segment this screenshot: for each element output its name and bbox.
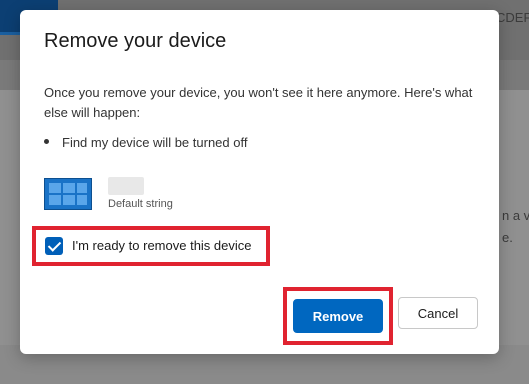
background-body-text-2: e. xyxy=(502,230,513,245)
background-header-text: CDEF xyxy=(496,10,529,25)
background-body-text-1: n a vi xyxy=(502,208,529,223)
confirm-checkbox-label[interactable]: I'm ready to remove this device xyxy=(72,238,252,253)
device-thumbnail-icon xyxy=(44,178,92,210)
consequence-text: Find my device will be turned off xyxy=(62,135,248,150)
device-name-redacted xyxy=(108,177,144,195)
dialog-description: Once you remove your device, you won't s… xyxy=(44,85,473,120)
cancel-button[interactable]: Cancel xyxy=(398,297,478,329)
remove-button-highlight: Remove xyxy=(283,287,393,345)
remove-device-dialog: Remove your device Once you remove your … xyxy=(20,10,499,354)
device-subtitle: Default string xyxy=(108,198,173,210)
dialog-title: Remove your device xyxy=(44,30,227,52)
confirm-checkbox[interactable] xyxy=(45,237,63,255)
confirm-checkbox-highlight: I'm ready to remove this device xyxy=(32,226,270,266)
consequence-list-item: Find my device will be turned off xyxy=(44,135,247,150)
remove-button[interactable]: Remove xyxy=(293,299,383,333)
bullet-icon xyxy=(44,139,49,145)
